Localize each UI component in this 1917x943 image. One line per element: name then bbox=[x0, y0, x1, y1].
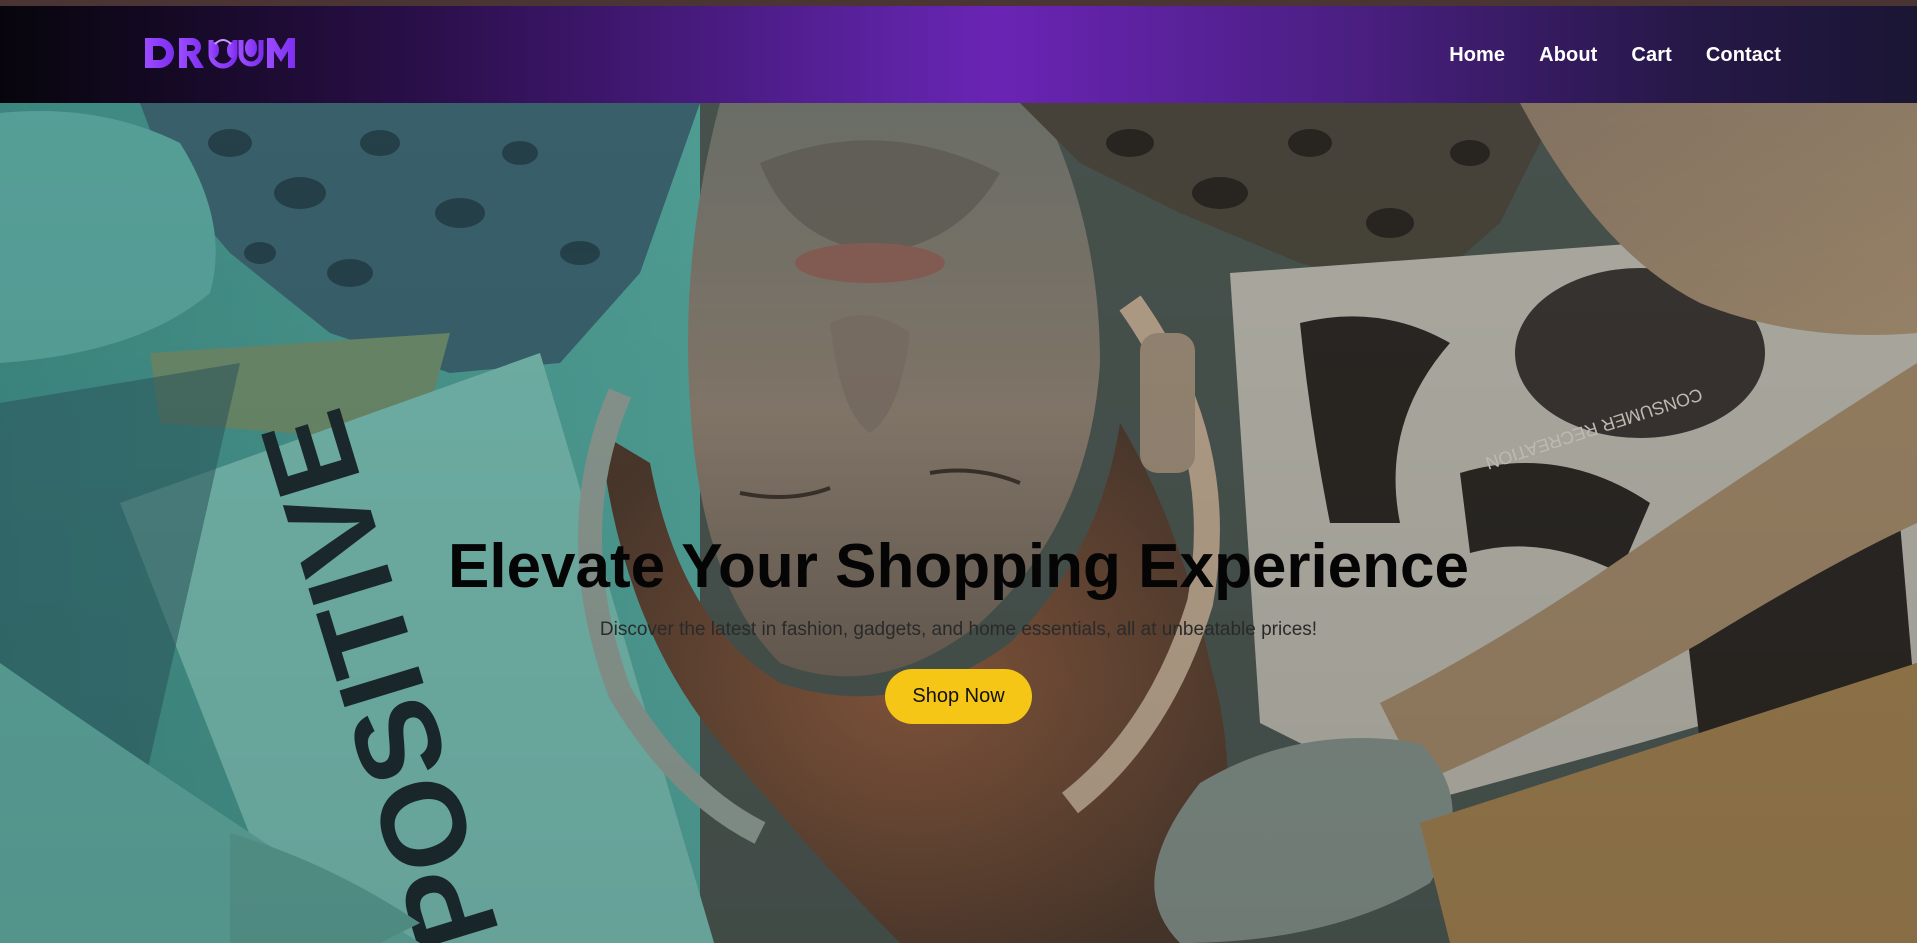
drum-logo-icon bbox=[145, 38, 295, 69]
hero-content: Elevate Your Shopping Experience Discove… bbox=[0, 532, 1917, 725]
page: Home About Cart Contact Elevate Your Sho… bbox=[0, 0, 1917, 943]
navbar: Home About Cart Contact bbox=[0, 6, 1917, 103]
nav-menu: Home About Cart Contact bbox=[1449, 44, 1781, 67]
nav-link-about[interactable]: About bbox=[1539, 44, 1597, 67]
hero-section: POSITIVE bbox=[0, 103, 1917, 943]
nav-link-cart[interactable]: Cart bbox=[1631, 44, 1671, 67]
hero-title: Elevate Your Shopping Experience bbox=[447, 532, 1469, 601]
nav-link-home[interactable]: Home bbox=[1449, 44, 1505, 67]
brand-logo[interactable] bbox=[143, 32, 299, 76]
shop-now-button[interactable]: Shop Now bbox=[885, 669, 1032, 725]
hero-background-image: POSITIVE bbox=[0, 103, 1917, 943]
hero-subtitle: Discover the latest in fashion, gadgets,… bbox=[599, 619, 1318, 641]
nav-link-contact[interactable]: Contact bbox=[1706, 44, 1781, 67]
